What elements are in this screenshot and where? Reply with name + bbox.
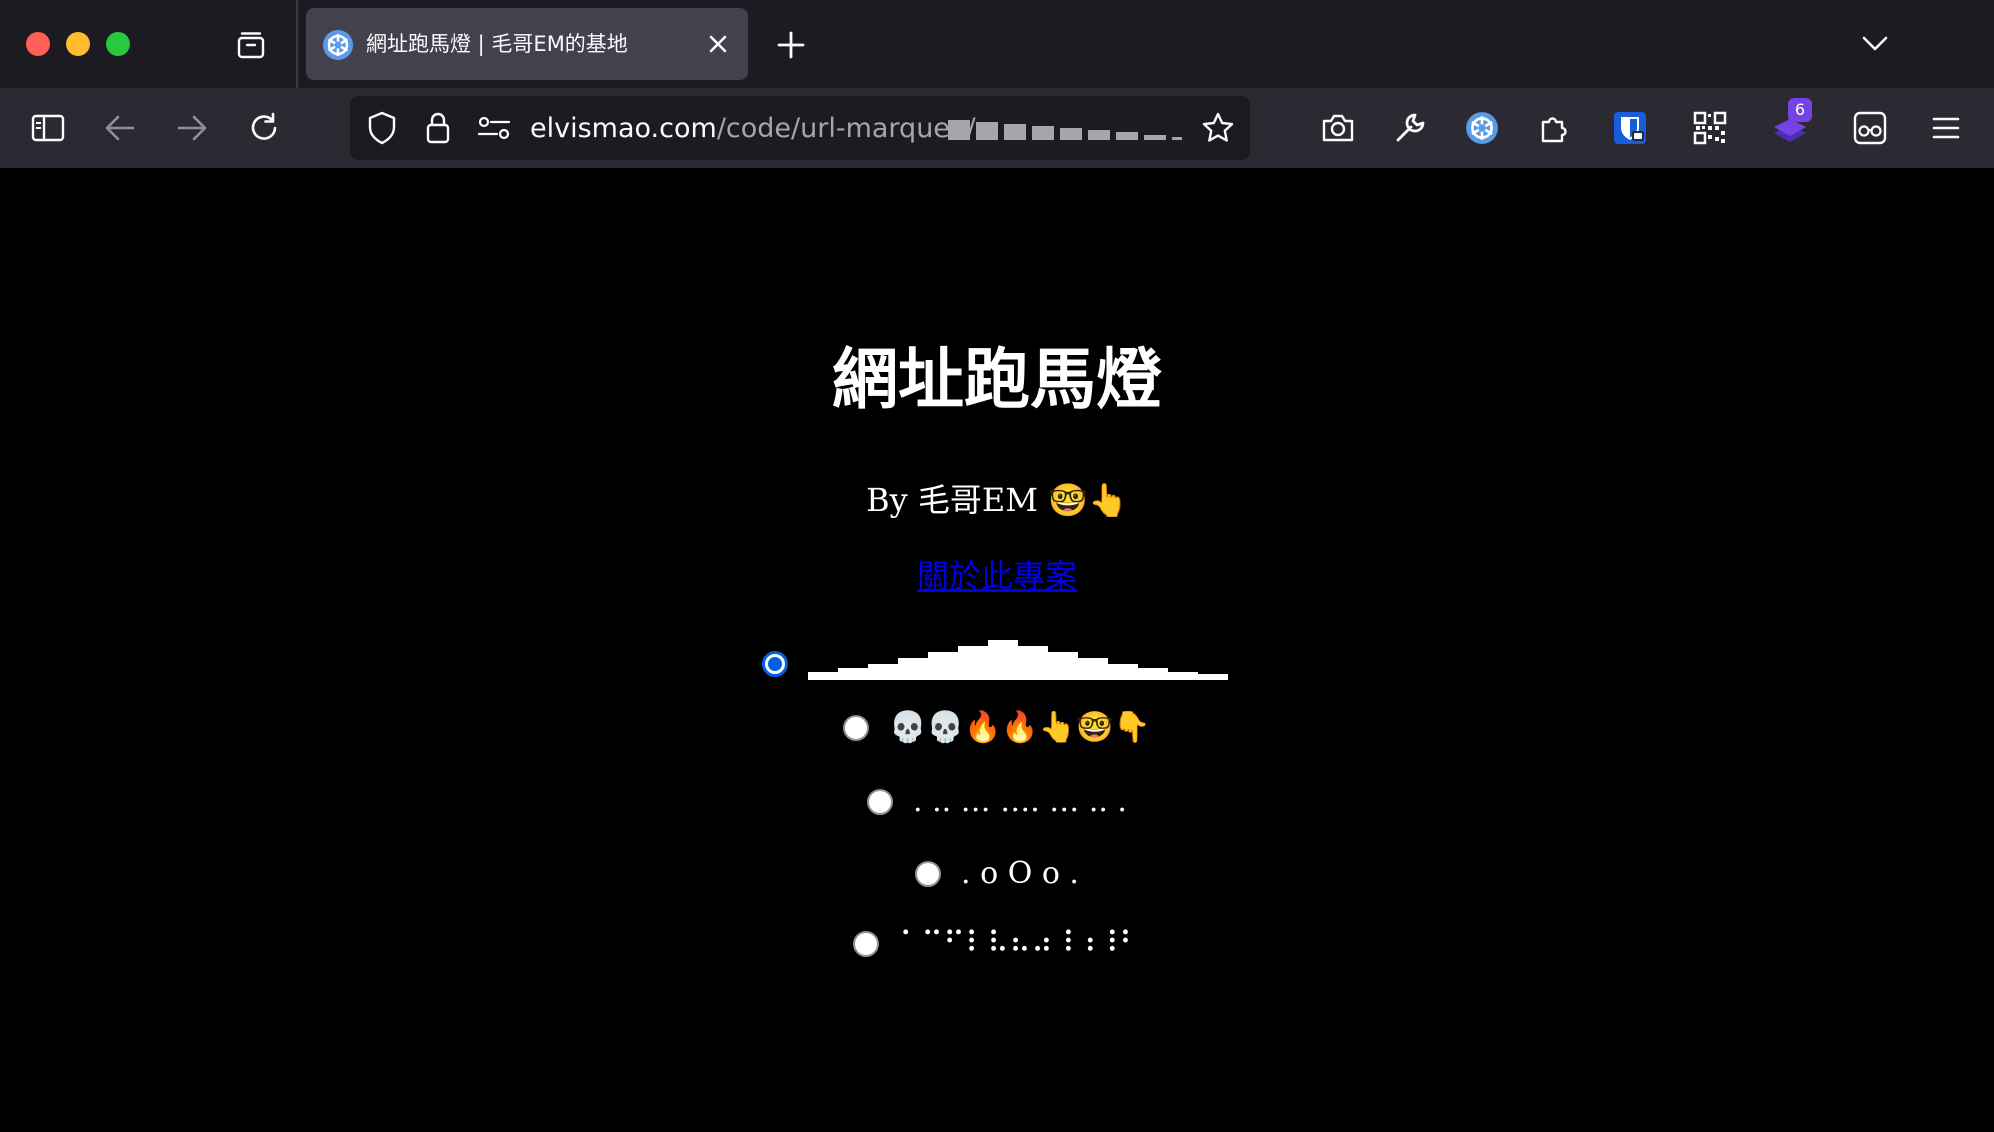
close-tab-icon[interactable] [704,30,732,58]
browser-window: 網址跑馬燈 | 毛哥EM的基地 elvismao.com/code/url-ma… [0,0,1994,1132]
new-tab-icon[interactable] [774,28,808,62]
tracking-protection-shield-icon[interactable] [364,110,400,146]
wrench-icon[interactable] [1386,104,1434,152]
forward-arrow-icon[interactable] [170,106,214,150]
url-marquee-blocks [948,118,1188,142]
firefox-view-icon[interactable] [234,28,268,62]
stack-extension-icon[interactable]: 6 [1766,98,1814,152]
url-text[interactable]: elvismao.com/code/url-marquee/ [530,113,976,145]
marquee-option-dots[interactable]: . .. … …. … .. . [0,782,1994,822]
url-bar[interactable]: elvismao.com/code/url-marquee/ [350,96,1250,160]
option-label-emoji: 💀💀🔥🔥👆🤓👇 [889,710,1151,745]
tabstrip-divider [296,0,298,88]
bitwarden-shield-icon[interactable] [1606,104,1654,152]
hamburger-menu-icon[interactable] [1922,104,1970,152]
bookmark-star-icon[interactable] [1200,110,1236,146]
radio-emoji[interactable] [843,715,870,741]
back-arrow-icon[interactable] [98,106,142,150]
permissions-icon[interactable] [476,110,512,146]
extension-badge-count: 6 [1788,98,1812,122]
bar-wave-graphic [808,636,1232,691]
url-path: /code/url-marquee/ [716,113,976,144]
page-title: 網址跑馬燈 [832,341,1162,418]
tab-title: 網址跑馬燈 | 毛哥EM的基地 [366,32,628,56]
marquee-option-bar-wave[interactable] [0,636,1994,691]
marquee-option-circles[interactable]: . o O o . [0,854,1994,894]
radio-bar-wave[interactable] [762,650,788,677]
page-content: 網址跑馬燈 By 毛哥EM 🤓👆 關於此專案 💀💀🔥🔥👆🤓👇 . .. … ….… [0,168,1994,1132]
site-extension-icon[interactable] [1458,104,1506,152]
about-project-link-wrapper: 關於此專案 [0,556,1994,596]
radio-circles[interactable] [915,861,942,887]
marquee-option-braille[interactable]: ⠁⠉⠋⠇⠧⠦⠴⠸⠰⠸⠃ [0,924,1994,964]
about-project-link[interactable]: 關於此專案 [917,557,1077,595]
qr-code-icon[interactable] [1686,104,1734,152]
active-tab[interactable]: 網址跑馬燈 | 毛哥EM的基地 [306,8,748,80]
lock-icon[interactable] [420,110,456,146]
reader-glasses-icon[interactable] [1846,104,1894,152]
radio-braille[interactable] [853,931,880,957]
url-host: elvismao.com [530,113,717,144]
radio-dots[interactable] [867,789,893,815]
site-favicon-icon [322,29,354,61]
minimize-window-button[interactable] [66,32,90,56]
tab-strip: 網址跑馬燈 | 毛哥EM的基地 [0,0,1994,88]
maximize-window-button[interactable] [106,32,130,56]
option-label-circles: . o O o . [961,856,1079,891]
marquee-option-emoji[interactable]: 💀💀🔥🔥👆🤓👇 [0,708,1994,748]
option-label-braille: ⠁⠉⠋⠇⠧⠦⠴⠸⠰⠸⠃ [899,926,1141,961]
option-label-dots: . .. … …. … .. . [913,784,1127,819]
sidebar-icon[interactable] [26,106,70,150]
close-window-button[interactable] [26,32,50,56]
author-byline: By 毛哥EM 🤓👆 [866,481,1128,519]
list-all-tabs-chevron-down-icon[interactable] [1858,26,1892,60]
reload-icon[interactable] [242,106,286,150]
navigation-toolbar: elvismao.com/code/url-marquee/ 6 [0,88,1994,168]
extensions-puzzle-icon[interactable] [1530,104,1578,152]
screenshot-camera-icon[interactable] [1314,104,1362,152]
